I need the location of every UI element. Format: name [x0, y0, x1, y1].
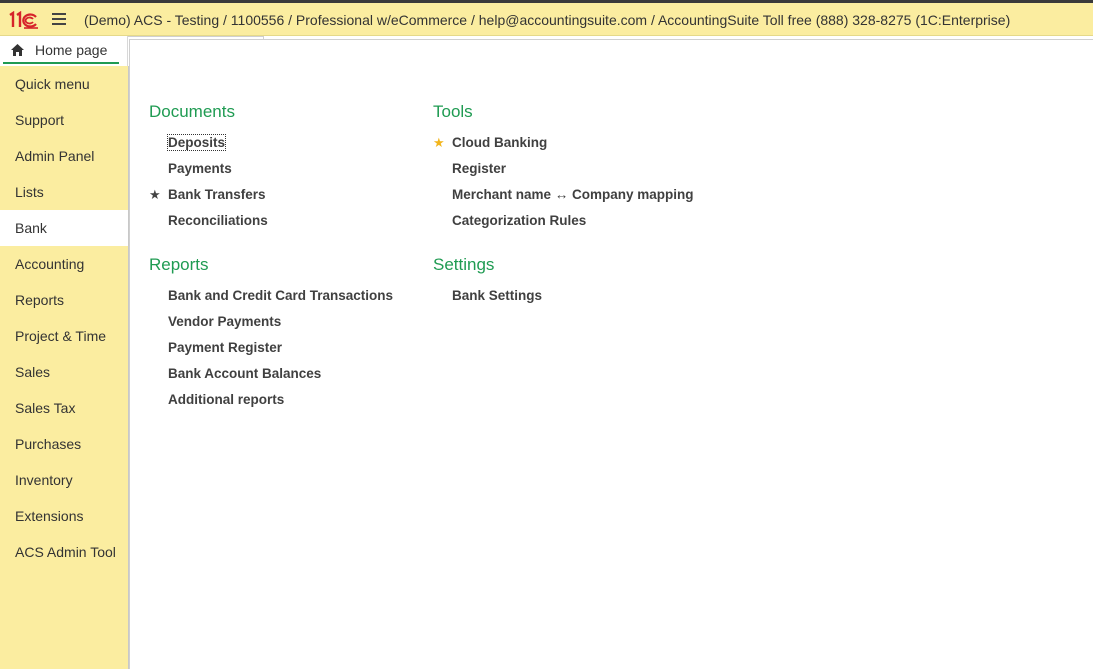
sidebar-item-support[interactable]: Support [0, 102, 128, 138]
link-bank-account-balances-label: Bank Account Balances [168, 366, 322, 381]
sidebar-item-extensions[interactable]: Extensions [0, 498, 128, 534]
link-cloud-banking[interactable]: ★ Cloud Banking [433, 130, 694, 156]
link-categorization-rules[interactable]: Categorization Rules [433, 208, 694, 234]
link-register[interactable]: Register [433, 156, 694, 182]
sidebar-item-admin-panel[interactable]: Admin Panel [0, 138, 128, 174]
link-bank-transfers[interactable]: ★ Bank Transfers [149, 182, 268, 208]
settings-title: Settings [433, 255, 495, 274]
link-bank-credit-card-transactions[interactable]: Bank and Credit Card Transactions [149, 283, 393, 309]
sidebar-item-sales[interactable]: Sales [0, 354, 128, 390]
tools-title: Tools [433, 102, 473, 121]
tools-section: Tools ★ Cloud Banking Register Merchant n… [433, 100, 694, 234]
link-reconciliations[interactable]: Reconciliations [149, 208, 268, 234]
sidebar-item-acs-admin-tool[interactable]: ACS Admin Tool [0, 534, 128, 570]
link-bank-settings[interactable]: Bank Settings [433, 283, 542, 309]
documents-title: Documents [149, 102, 235, 121]
link-vendor-payments[interactable]: Vendor Payments [149, 309, 393, 335]
link-deposits[interactable]: Deposits [149, 130, 268, 156]
home-tab-label: Home page [35, 42, 108, 58]
link-payment-register[interactable]: Payment Register [149, 335, 393, 361]
link-register-label: Register [452, 161, 507, 176]
link-bank-account-balances[interactable]: Bank Account Balances [149, 361, 393, 387]
tab-home-page[interactable]: Home page [0, 36, 128, 66]
link-categorization-rules-label: Categorization Rules [452, 213, 587, 228]
sidebar-item-sales-tax[interactable]: Sales Tax [0, 390, 128, 426]
home-tab-inner: Home page [3, 38, 119, 64]
sidebar: Quick menu Support Admin Panel Lists Ban… [0, 66, 129, 669]
sidebar-item-inventory[interactable]: Inventory [0, 462, 128, 498]
link-bank-settings-label: Bank Settings [452, 288, 543, 303]
link-bank-credit-card-transactions-label: Bank and Credit Card Transactions [168, 288, 394, 303]
sidebar-item-bank[interactable]: Bank [0, 210, 128, 246]
window-title: (Demo) ACS - Testing / 1100556 / Profess… [84, 12, 1011, 28]
documents-section: Documents Deposits Payments ★ Bank Transf… [149, 100, 268, 234]
sidebar-item-quick-menu[interactable]: Quick menu [0, 66, 128, 102]
reports-section: Reports Bank and Credit Card Transaction… [149, 253, 393, 413]
home-icon [11, 44, 24, 56]
link-vendor-payments-label: Vendor Payments [168, 314, 282, 329]
sidebar-item-lists[interactable]: Lists [0, 174, 128, 210]
sidebar-item-purchases[interactable]: Purchases [0, 426, 128, 462]
1c-logo-icon[interactable] [7, 11, 39, 29]
link-additional-reports-label: Additional reports [168, 392, 285, 407]
reports-title: Reports [149, 255, 209, 274]
sidebar-item-project-time[interactable]: Project & Time [0, 318, 128, 354]
sidebar-item-reports[interactable]: Reports [0, 282, 128, 318]
link-deposits-label: Deposits [166, 134, 227, 151]
link-cloud-banking-label: Cloud Banking [452, 135, 548, 150]
hamburger-icon[interactable] [52, 13, 66, 25]
settings-section: Settings Bank Settings [433, 253, 542, 309]
link-reconciliations-label: Reconciliations [168, 213, 268, 228]
link-payments-label: Payments [168, 161, 232, 176]
sidebar-item-accounting[interactable]: Accounting [0, 246, 128, 282]
link-additional-reports[interactable]: Additional reports [149, 387, 393, 413]
link-payment-register-label: Payment Register [168, 340, 283, 355]
link-bank-transfers-label: Bank Transfers [168, 187, 266, 202]
main-content: Documents Deposits Payments ★ Bank Transf… [129, 39, 1093, 669]
star-icon[interactable]: ★ [433, 130, 447, 156]
link-payments[interactable]: Payments [149, 156, 268, 182]
star-icon[interactable]: ★ [149, 182, 163, 208]
link-merchant-company-mapping[interactable]: Merchant name ↔ Company mapping [433, 182, 694, 208]
title-bar: (Demo) ACS - Testing / 1100556 / Profess… [0, 3, 1093, 36]
link-merchant-company-mapping-label: Merchant name ↔ Company mapping [452, 187, 694, 202]
